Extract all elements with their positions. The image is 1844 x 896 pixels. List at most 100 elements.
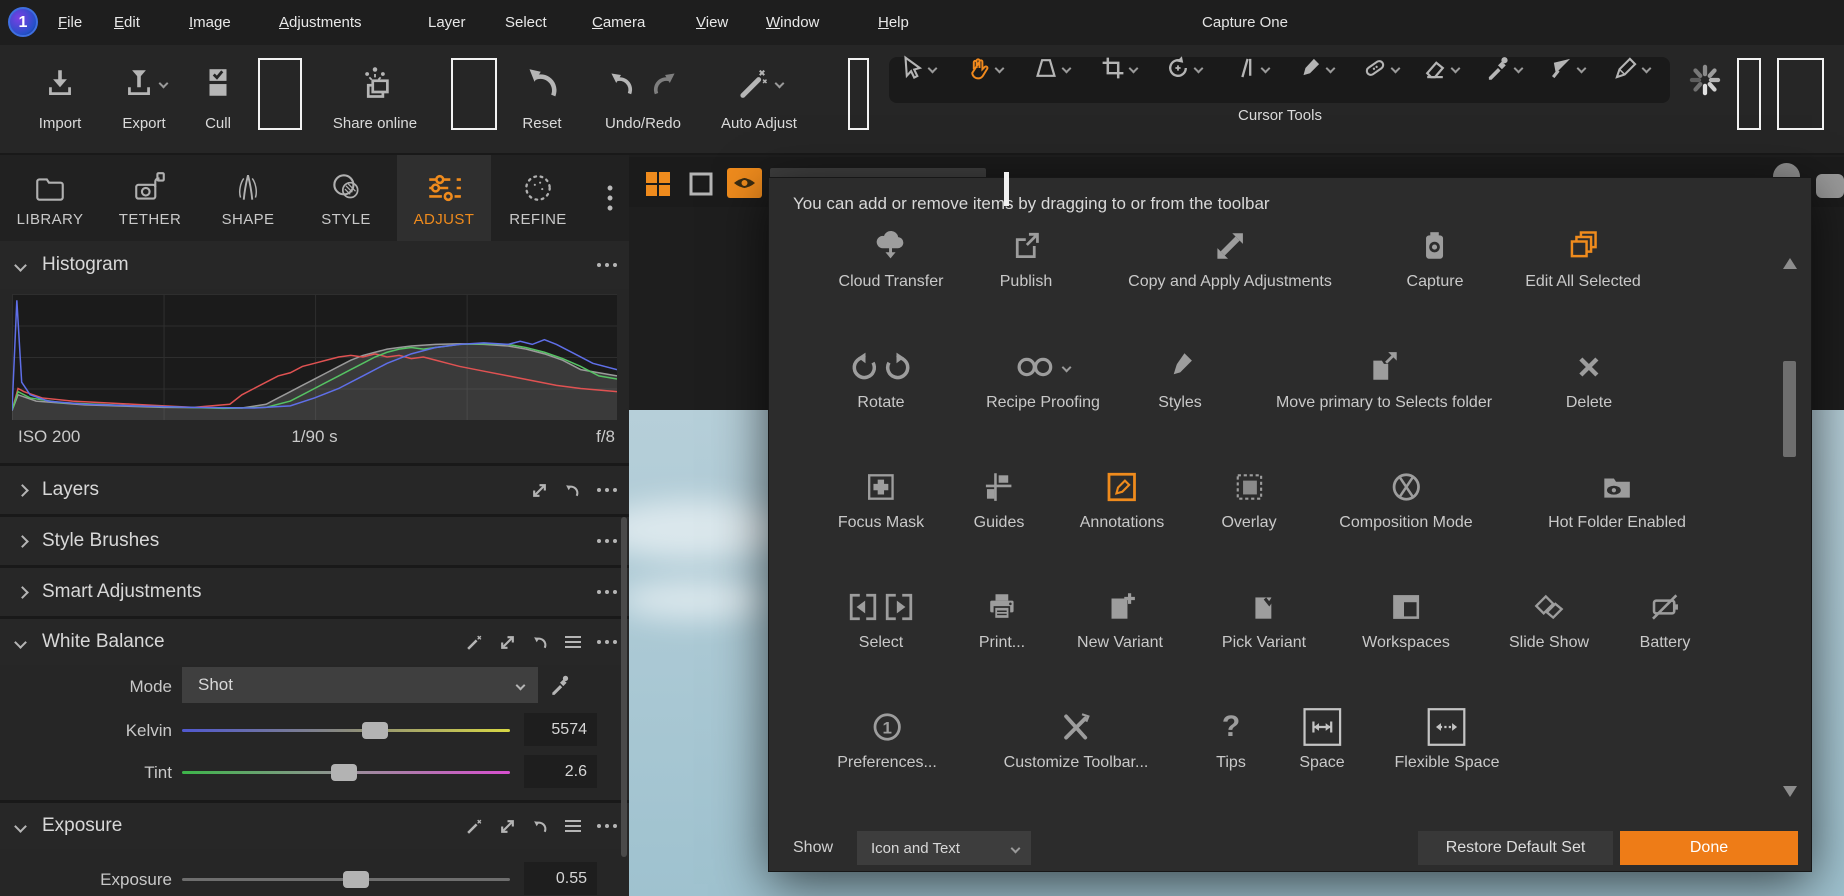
wb-mode-dropdown[interactable]: Shot xyxy=(182,667,538,703)
presets-menu-icon[interactable] xyxy=(565,633,581,651)
menu-help[interactable]: Help xyxy=(872,0,915,45)
exposure-slider[interactable] xyxy=(182,871,510,888)
dialog-item-flexible-space[interactable]: Flexible Space xyxy=(1395,706,1499,772)
dialog-item-edit-all-selected[interactable]: Edit All Selected xyxy=(1525,225,1641,291)
wb-picker-eyedropper-icon[interactable] xyxy=(549,674,571,696)
zoom-slider-track[interactable] xyxy=(1816,174,1844,198)
collapsed-chevron-icon[interactable] xyxy=(16,534,29,548)
exposure-panel-header[interactable]: Exposure xyxy=(0,803,629,849)
dialog-item-customize-toolbar[interactable]: Customize Toolbar... xyxy=(1004,706,1148,772)
redo-icon[interactable] xyxy=(648,66,682,100)
recipe-proofing-chevron-icon[interactable] xyxy=(1062,362,1072,372)
expand-icon[interactable] xyxy=(531,482,548,499)
dialog-item-hot-folder[interactable]: Hot Folder Enabled xyxy=(1548,466,1686,532)
dialog-scroll-down-icon[interactable] xyxy=(1783,786,1797,797)
straighten-tool[interactable] xyxy=(1232,55,1271,81)
exposure-slider-thumb[interactable] xyxy=(343,871,369,888)
menu-window[interactable]: Window xyxy=(760,0,825,45)
collapsed-chevron-icon[interactable] xyxy=(16,585,29,599)
dialog-scrollbar-thumb[interactable] xyxy=(1783,361,1796,457)
proof-view-button[interactable] xyxy=(727,168,762,198)
reset-panel-icon[interactable] xyxy=(532,818,549,835)
color-picker-tool[interactable] xyxy=(1485,55,1524,81)
dialog-item-styles[interactable]: Styles xyxy=(1158,346,1202,412)
dialog-item-delete[interactable]: Delete xyxy=(1566,346,1612,412)
dialog-item-composition-mode[interactable]: Composition Mode xyxy=(1339,466,1473,532)
cull-button[interactable]: Cull xyxy=(172,55,264,132)
dialog-item-battery[interactable]: Battery xyxy=(1640,586,1690,652)
loupe-tool[interactable] xyxy=(1033,55,1072,81)
auto-wand-icon[interactable] xyxy=(466,818,483,835)
heal-tool[interactable] xyxy=(1362,55,1401,81)
kelvin-value[interactable]: 5574 xyxy=(524,713,597,746)
menu-image[interactable]: Image xyxy=(183,0,237,45)
dialog-item-rotate[interactable]: Rotate xyxy=(848,346,914,412)
reset-panel-icon[interactable] xyxy=(564,482,581,499)
dialog-item-tips[interactable]: ? Tips xyxy=(1216,706,1246,772)
dialog-item-preferences[interactable]: 1 Preferences... xyxy=(837,706,937,772)
dialog-item-move-primary-to-selects[interactable]: Move primary to Selects folder xyxy=(1276,346,1492,412)
collapse-chevron-icon[interactable] xyxy=(14,258,27,272)
dialog-item-cloud-transfer[interactable]: Cloud Transfer xyxy=(839,225,943,291)
dialog-item-publish[interactable]: Publish xyxy=(1000,225,1052,291)
rotate-tool[interactable] xyxy=(1165,55,1204,81)
layers-panel-header[interactable]: Layers xyxy=(0,466,629,514)
toolbar-space-placeholder[interactable] xyxy=(848,58,869,130)
presets-menu-icon[interactable] xyxy=(565,817,581,835)
kelvin-slider-thumb[interactable] xyxy=(362,722,388,739)
layers-menu-icon[interactable] xyxy=(597,488,617,492)
dialog-item-workspaces[interactable]: Workspaces xyxy=(1362,586,1450,652)
reset-panel-icon[interactable] xyxy=(532,634,549,651)
menu-edit[interactable]: Edit xyxy=(108,0,146,45)
done-button[interactable]: Done xyxy=(1620,831,1798,865)
tab-library[interactable]: LIBRARY xyxy=(3,155,97,241)
tab-refine[interactable]: REFINE xyxy=(491,155,585,241)
menu-select[interactable]: Select xyxy=(499,0,553,45)
auto-adjust-chevron-icon[interactable] xyxy=(774,78,785,88)
dialog-item-select[interactable]: Select xyxy=(848,586,914,652)
style-brushes-menu-icon[interactable] xyxy=(597,539,617,543)
tab-overflow-menu-icon[interactable]: • • • xyxy=(600,179,620,217)
dialog-item-space[interactable]: Space xyxy=(1299,706,1345,772)
expand-icon[interactable] xyxy=(499,818,516,835)
apply-adjustments-tool[interactable] xyxy=(1548,55,1587,81)
dialog-item-overlay[interactable]: Overlay xyxy=(1221,466,1277,532)
brush-tool[interactable] xyxy=(1297,55,1336,81)
menu-file[interactable]: File xyxy=(52,0,88,45)
tab-tether[interactable]: TETHER xyxy=(103,155,197,241)
reset-button[interactable]: Reset xyxy=(496,55,588,132)
histogram-panel-header[interactable]: Histogram xyxy=(0,241,629,289)
dialog-item-print[interactable]: Print... xyxy=(979,586,1025,652)
smart-adjustments-menu-icon[interactable] xyxy=(597,590,617,594)
dialog-item-annotations[interactable]: Annotations xyxy=(1080,466,1164,532)
tint-value[interactable]: 2.6 xyxy=(524,755,597,788)
menu-adjustments[interactable]: Adjustments xyxy=(273,0,368,45)
exposure-value[interactable]: 0.55 xyxy=(524,862,597,895)
auto-wand-icon[interactable] xyxy=(466,634,483,651)
pan-hand-tool[interactable] xyxy=(966,55,1005,81)
white-balance-menu-icon[interactable] xyxy=(597,640,617,644)
restore-default-set-button[interactable]: Restore Default Set xyxy=(1418,831,1613,865)
dialog-item-pick-variant[interactable]: Pick Variant xyxy=(1222,586,1306,652)
smart-adjustments-panel-header[interactable]: Smart Adjustments xyxy=(0,568,629,616)
histogram-menu-icon[interactable] xyxy=(597,263,617,267)
show-mode-dropdown[interactable]: Icon and Text xyxy=(857,831,1031,865)
viewer-view-icon[interactable] xyxy=(687,170,715,198)
share-online-button[interactable]: Share online xyxy=(329,55,421,132)
dialog-item-recipe-proofing[interactable]: Recipe Proofing xyxy=(986,346,1100,412)
kelvin-slider[interactable] xyxy=(182,722,510,739)
expand-icon[interactable] xyxy=(499,634,516,651)
grid-view-icon[interactable] xyxy=(644,170,672,198)
menu-camera[interactable]: Camera xyxy=(586,0,651,45)
dialog-item-slide-show[interactable]: Slide Show xyxy=(1509,586,1589,652)
activity-spinner-icon[interactable] xyxy=(1686,61,1724,99)
toolbar-space-placeholder[interactable] xyxy=(258,58,302,130)
tab-adjust[interactable]: ADJUST xyxy=(397,155,491,241)
sidebar-scrollbar[interactable] xyxy=(621,517,627,857)
toolbar-flexible-space-placeholder[interactable] xyxy=(1777,58,1824,130)
tab-style[interactable]: STYLE xyxy=(299,155,393,241)
collapse-chevron-icon[interactable] xyxy=(14,819,27,833)
pointer-tool[interactable] xyxy=(899,55,938,81)
toolbar-space-placeholder[interactable] xyxy=(1737,58,1761,130)
dialog-item-new-variant[interactable]: New Variant xyxy=(1077,586,1163,652)
